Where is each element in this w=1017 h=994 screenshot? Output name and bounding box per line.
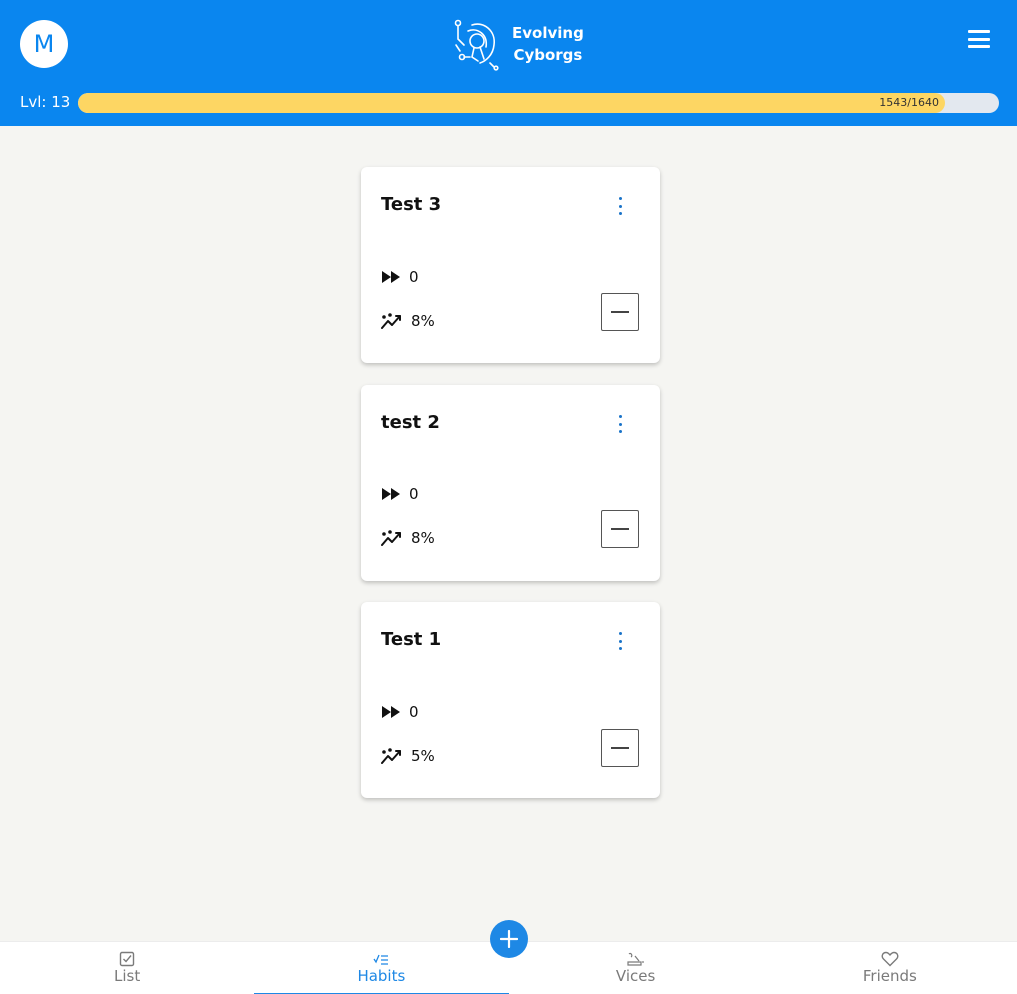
app-logo: Evolving Cyborgs	[450, 16, 584, 72]
habit-card: test 2 0 8%	[361, 385, 660, 581]
nav-tab-label: Vices	[615, 967, 656, 985]
habit-success-rate: 8%	[381, 312, 435, 330]
nav-tab-label: List	[114, 967, 141, 985]
habit-streak: 0	[381, 485, 419, 503]
habit-title: test 2	[381, 412, 440, 433]
habit-card: Test 3 0 8%	[361, 167, 660, 363]
habit-streak-value: 0	[409, 268, 419, 286]
trend-line-icon	[381, 748, 401, 764]
nav-tab-habits[interactable]: Habits	[254, 942, 509, 994]
avatar-initial: M	[33, 30, 55, 58]
nav-tab-friends[interactable]: Friends	[763, 942, 1017, 994]
trend-line-icon	[381, 530, 401, 546]
habit-success-rate: 5%	[381, 747, 435, 765]
habit-streak: 0	[381, 703, 419, 721]
fast-forward-icon	[382, 706, 400, 718]
heart-icon	[881, 951, 899, 967]
vices-icon	[627, 952, 644, 966]
vertical-dots-icon[interactable]	[614, 415, 626, 433]
minus-icon	[611, 747, 629, 749]
habit-success-rate-value: 8%	[411, 312, 435, 330]
add-habit-button[interactable]	[490, 920, 528, 958]
minus-icon	[611, 311, 629, 313]
habit-streak-value: 0	[409, 485, 419, 503]
habit-card: Test 1 0 5%	[361, 602, 660, 798]
habit-title: Test 3	[381, 194, 442, 215]
vertical-dots-icon[interactable]	[614, 632, 626, 650]
habit-title: Test 1	[381, 629, 442, 650]
habit-success-rate: 8%	[381, 529, 435, 547]
trend-line-icon	[381, 313, 401, 329]
minus-icon	[611, 528, 629, 530]
app-header: M Evolving Cyborgs Lvl: 13 1543/1640	[0, 0, 1017, 126]
habit-success-rate-value: 5%	[411, 747, 435, 765]
checklist-icon	[373, 954, 389, 965]
decrement-button[interactable]	[601, 729, 639, 767]
xp-progress-bar: 1543/1640	[78, 93, 999, 113]
vertical-dots-icon[interactable]	[614, 197, 626, 215]
cyborg-logo-icon	[454, 19, 499, 71]
decrement-button[interactable]	[601, 510, 639, 548]
habit-success-rate-value: 8%	[411, 529, 435, 547]
checkbox-icon	[119, 951, 135, 967]
user-avatar[interactable]: M	[20, 20, 68, 68]
nav-tab-label: Friends	[862, 967, 917, 985]
xp-progress-fill	[78, 93, 945, 113]
level-label: Lvl: 13	[20, 93, 71, 111]
nav-tab-vices[interactable]: Vices	[509, 942, 763, 994]
decrement-button[interactable]	[601, 293, 639, 331]
nav-tab-label: Habits	[357, 967, 406, 985]
habit-streak: 0	[381, 268, 419, 286]
app-name-line1: Evolving	[512, 24, 584, 42]
nav-tab-list[interactable]: List	[0, 942, 254, 994]
habit-streak-value: 0	[409, 703, 419, 721]
hamburger-icon[interactable]	[966, 28, 992, 50]
fast-forward-icon	[382, 488, 400, 500]
plus-icon	[500, 930, 518, 948]
fast-forward-icon	[382, 271, 400, 283]
xp-progress-text: 1543/1640	[879, 96, 939, 109]
app-name-line2: Cyborgs	[513, 46, 583, 64]
